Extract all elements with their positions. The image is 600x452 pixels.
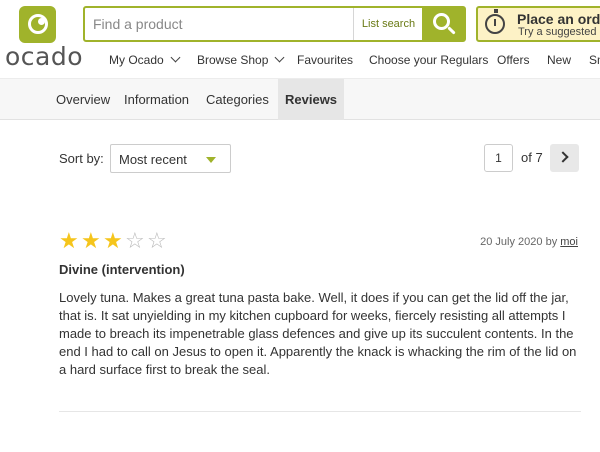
sort-selected-value: Most recent <box>119 152 187 167</box>
nav-item-my-ocado[interactable]: My Ocado <box>109 52 181 67</box>
sort-label: Sort by: <box>59 151 104 166</box>
list-search-button[interactable]: List search <box>353 8 423 40</box>
review-author-link[interactable]: moi <box>560 236 578 248</box>
review-divider <box>59 411 581 412</box>
nav-item-label: Browse Shop <box>197 53 269 67</box>
review-meta: 20 July 2020 by moi <box>480 236 578 248</box>
review-by-label: by <box>545 236 558 248</box>
nav-item-browse-shop[interactable]: Browse Shop <box>197 52 285 67</box>
review-date: 20 July 2020 <box>480 236 543 248</box>
stopwatch-icon <box>485 9 505 34</box>
chevron-down-icon <box>274 52 285 63</box>
star-icon: ☆ <box>147 229 167 254</box>
place-order-title: Place an order <box>517 11 600 27</box>
search-button[interactable] <box>422 8 464 40</box>
nav-item-new[interactable]: New <box>547 53 571 67</box>
dropdown-caret-icon <box>206 157 216 163</box>
review-title: Divine (intervention) <box>59 262 185 277</box>
star-icon: ★ <box>81 229 101 254</box>
site-header: ocado List search Place an order Try a s… <box>0 0 600 78</box>
sort-dropdown[interactable]: Most recent <box>110 144 231 173</box>
ocado-logo-icon[interactable] <box>19 6 56 43</box>
main-nav: My Ocado Browse Shop Favourites Choose y… <box>0 50 600 72</box>
tab-information[interactable]: Information <box>124 79 189 120</box>
search-bar: List search <box>83 6 466 42</box>
nav-item-regulars[interactable]: Choose your Regulars <box>369 53 488 67</box>
next-page-button[interactable] <box>550 144 579 172</box>
star-icon: ☆ <box>125 229 145 254</box>
tab-categories[interactable]: Categories <box>206 79 269 120</box>
page-count: of 7 <box>521 150 543 165</box>
star-rating: ★ ★ ★ ☆ ☆ <box>59 231 169 253</box>
nav-item-offers[interactable]: Offers <box>497 53 529 67</box>
search-input[interactable] <box>93 15 343 33</box>
chevron-right-icon <box>557 151 569 163</box>
star-icon: ★ <box>103 229 123 254</box>
review-body: Lovely tuna. Makes a great tuna pasta ba… <box>59 290 577 377</box>
place-order-subtitle: Try a suggested order <box>518 26 600 38</box>
nav-item-truncated[interactable]: Sm <box>589 53 600 67</box>
tab-overview[interactable]: Overview <box>56 79 110 120</box>
chevron-down-icon <box>170 52 181 63</box>
product-tabs: Overview Information Categories Reviews <box>0 78 600 120</box>
page-number-input[interactable]: 1 <box>484 144 513 172</box>
place-order-button[interactable]: Place an order Try a suggested order <box>476 6 600 42</box>
star-icon: ★ <box>59 229 79 254</box>
nav-item-favourites[interactable]: Favourites <box>297 53 353 67</box>
tab-reviews[interactable]: Reviews <box>278 79 345 120</box>
nav-item-label: My Ocado <box>109 53 164 67</box>
